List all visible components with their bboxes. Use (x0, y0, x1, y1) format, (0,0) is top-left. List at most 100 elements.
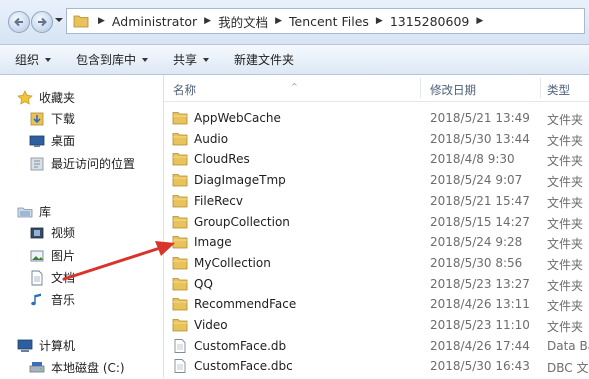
nav-computer[interactable]: 计算机 (17, 337, 75, 354)
file-row[interactable]: QQ 2018/5/23 13:27 文件夹 (164, 274, 589, 295)
file-row[interactable]: CustomFace.db 2018/4/26 17:44 Data Ba (164, 336, 589, 357)
forward-button[interactable] (31, 11, 53, 33)
file-name: DiagImageTmp (194, 173, 286, 188)
file-modified-date: 2018/5/23 13:27 (430, 276, 530, 291)
file-modified-date: 2018/4/26 17:44 (430, 338, 530, 353)
file-modified-date: 2018/5/21 13:49 (430, 111, 530, 125)
folder-icon (172, 132, 188, 146)
file-row[interactable]: Video 2018/5/23 11:10 文件夹 (164, 315, 589, 336)
computer-icon (17, 338, 33, 354)
nav-desktop-label: 桌面 (51, 134, 76, 148)
file-row[interactable]: FileRecv 2018/5/21 15:47 文件夹 (164, 191, 589, 212)
folder-icon (172, 277, 188, 291)
organize-label: 组织 (15, 53, 40, 67)
folder-icon (172, 111, 188, 125)
file-row[interactable]: AppWebCache 2018/5/21 13:49 文件夹 (164, 108, 589, 129)
file-row[interactable]: GroupCollection 2018/5/15 14:27 文件夹 (164, 212, 589, 233)
nav-recent-places[interactable]: 最近访问的位置 (29, 155, 135, 172)
new-folder-label: 新建文件夹 (234, 53, 295, 67)
folder-icon (172, 152, 188, 166)
file-name: CloudRes (194, 152, 250, 167)
new-folder-button[interactable]: 新建文件夹 (234, 51, 294, 68)
file-modified-date: 2018/5/30 8:56 (430, 255, 523, 270)
file-type: 文件夹 (547, 113, 584, 127)
column-divider[interactable] (540, 78, 541, 98)
breadcrumb-separator-icon[interactable]: ▶ (476, 16, 483, 26)
file-type: 文件夹 (547, 216, 584, 231)
nav-libraries[interactable]: 库 (17, 203, 51, 220)
navigation-pane: 收藏夹 下载 桌面 最近访问的位置 库 视频 图片 文档 音乐 计算机 本地磁盘… (0, 75, 164, 378)
chevron-down-icon (203, 57, 210, 62)
file-modified-date: 2018/5/23 11:10 (430, 318, 530, 332)
address-field[interactable]: ▶ Administrator ▶ 我的文档 ▶ Tencent Files ▶… (66, 8, 585, 34)
folder-icon (172, 297, 188, 311)
nav-documents-label: 文档 (51, 271, 76, 285)
file-name: FileRecv (194, 193, 243, 208)
sort-ascending-icon: ^ (291, 82, 298, 91)
nav-recent-places-label: 最近访问的位置 (51, 157, 136, 171)
nav-pictures[interactable]: 图片 (29, 247, 75, 264)
nav-documents[interactable]: 文档 (29, 269, 75, 286)
file-name: GroupCollection (194, 214, 290, 229)
column-divider[interactable] (420, 78, 421, 98)
file-row[interactable]: CustomFace.dbc 2018/5/30 16:43 DBC 文件 (164, 356, 589, 377)
nav-downloads[interactable]: 下载 (29, 110, 75, 127)
column-header-row: ^ 名称 修改日期 类型 (164, 75, 589, 102)
file-type: 文件夹 (547, 278, 584, 293)
folder-icon (172, 256, 188, 270)
video-library-icon (29, 225, 45, 241)
file-icon (172, 338, 188, 353)
file-name: QQ (194, 276, 213, 291)
music-note-icon (29, 292, 45, 308)
file-name: RecommendFace (194, 297, 297, 312)
folder-icon (172, 235, 188, 249)
nav-music[interactable]: 音乐 (29, 291, 75, 308)
picture-library-icon (29, 248, 45, 264)
chevron-down-icon (142, 57, 149, 62)
nav-libraries-label: 库 (39, 205, 52, 219)
column-header-type[interactable]: 类型 (547, 82, 570, 98)
breadcrumb-my-documents[interactable]: 我的文档 (218, 12, 268, 31)
breadcrumb-separator-icon[interactable]: ▶ (98, 16, 105, 26)
folder-icon (172, 173, 188, 187)
breadcrumb-separator-icon[interactable]: ▶ (275, 16, 282, 26)
chevron-down-icon (45, 57, 52, 62)
nav-videos-label: 视频 (51, 226, 76, 240)
file-type: 文件夹 (547, 257, 584, 272)
file-row[interactable]: CloudRes 2018/4/8 9:30 文件夹 (164, 149, 589, 170)
organize-button[interactable]: 组织 (15, 51, 52, 68)
nav-local-disk[interactable]: 本地磁盘 (C:) (29, 359, 125, 376)
back-button[interactable] (8, 11, 30, 33)
nav-local-disk-label: 本地磁盘 (C:) (51, 361, 125, 375)
breadcrumb-tencent-files[interactable]: Tencent Files (289, 14, 369, 29)
column-header-name[interactable]: 名称 (173, 82, 196, 98)
file-row[interactable]: MyCollection 2018/5/30 8:56 文件夹 (164, 253, 589, 274)
file-row[interactable]: RecommendFace 2018/4/26 13:11 文件夹 (164, 294, 589, 315)
history-dropdown-icon[interactable] (55, 18, 63, 22)
breadcrumb-administrator[interactable]: Administrator (112, 14, 197, 29)
nav-desktop[interactable]: 桌面 (29, 132, 75, 149)
file-row[interactable]: Image 2018/5/24 9:28 文件夹 (164, 232, 589, 253)
include-in-library-button[interactable]: 包含到库中 (76, 51, 149, 68)
breadcrumb-separator-icon[interactable]: ▶ (204, 16, 211, 26)
document-library-icon (29, 270, 45, 286)
file-type: 文件夹 (547, 320, 584, 334)
folder-icon (172, 194, 188, 208)
column-header-modified[interactable]: 修改日期 (430, 82, 476, 98)
breadcrumb-account-folder[interactable]: 1315280609 (390, 14, 470, 29)
hard-drive-icon (29, 360, 45, 376)
nav-pictures-label: 图片 (51, 249, 76, 263)
file-row[interactable]: Audio 2018/5/30 13:44 文件夹 (164, 129, 589, 150)
breadcrumb-separator-icon[interactable]: ▶ (376, 16, 383, 26)
file-row[interactable]: DiagImageTmp 2018/5/24 9:07 文件夹 (164, 170, 589, 191)
share-button[interactable]: 共享 (173, 51, 210, 68)
nav-favorites[interactable]: 收藏夹 (17, 89, 75, 106)
file-type: 文件夹 (547, 299, 584, 314)
nav-videos[interactable]: 视频 (29, 224, 75, 241)
file-type: DBC 文件 (547, 361, 589, 376)
desktop-icon (29, 133, 45, 149)
file-name: MyCollection (194, 255, 271, 270)
file-modified-date: 2018/5/24 9:07 (430, 173, 523, 188)
file-type: 文件夹 (547, 237, 584, 252)
file-modified-date: 2018/4/26 13:11 (430, 297, 530, 312)
